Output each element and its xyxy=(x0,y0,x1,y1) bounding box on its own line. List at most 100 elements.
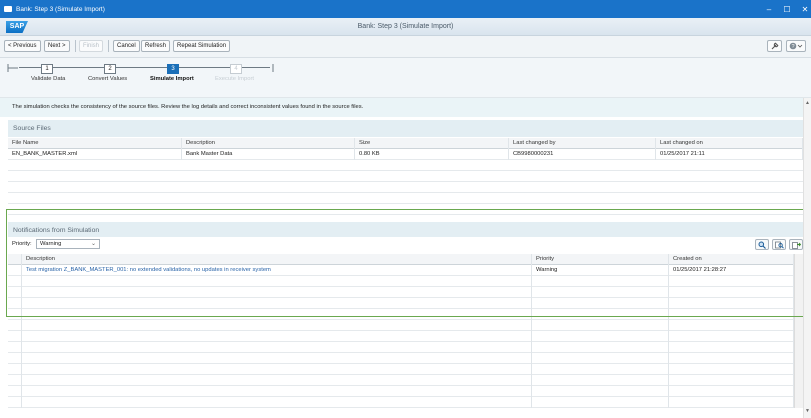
table-cell xyxy=(669,309,794,320)
row-selector[interactable] xyxy=(8,320,22,331)
table-header-row: Description Priority Created on xyxy=(8,254,794,265)
row-selector[interactable] xyxy=(8,276,22,287)
roadmap-connector xyxy=(179,67,230,68)
column-header[interactable]: Last changed on xyxy=(656,138,803,149)
column-header[interactable]: Size xyxy=(355,138,509,149)
roadmap-start-icon xyxy=(7,64,18,72)
roadmap-step-1[interactable]: 1 xyxy=(41,64,53,74)
roadmap-step-3[interactable]: 3 xyxy=(167,64,179,74)
column-header[interactable]: Last changed by xyxy=(509,138,656,149)
table-cell xyxy=(669,353,794,364)
sap-header: SAP Bank: Step 3 (Simulate Import) xyxy=(0,18,811,36)
table-cell xyxy=(532,375,669,386)
table-row xyxy=(8,364,794,375)
finish-button[interactable]: Finish xyxy=(79,40,104,52)
row-selector[interactable] xyxy=(8,353,22,364)
table-row[interactable]: EN_BANK_MASTER.xml Bank Master Data 0.80… xyxy=(8,149,803,160)
wrench-icon[interactable] xyxy=(767,40,782,52)
column-header[interactable]: Priority xyxy=(532,254,669,265)
table-cell xyxy=(22,276,532,287)
table-row xyxy=(8,298,794,309)
table-row xyxy=(8,375,794,386)
source-files-table: File Name Description Size Last changed … xyxy=(8,138,803,215)
table-row xyxy=(8,386,794,397)
refresh-button[interactable]: Refresh xyxy=(141,40,171,52)
cancel-button[interactable]: Cancel xyxy=(113,40,140,52)
roadmap-step-2[interactable]: 2 xyxy=(104,64,116,74)
table-cell xyxy=(532,397,669,408)
table-cell xyxy=(532,309,669,320)
row-selector[interactable] xyxy=(8,364,22,375)
column-header[interactable]: Created on xyxy=(669,254,794,265)
table-row xyxy=(8,309,794,320)
table-cell xyxy=(532,287,669,298)
table-row xyxy=(8,160,803,171)
table-cell: CB9980000231 xyxy=(509,149,656,160)
table-cell: EN_BANK_MASTER.xml xyxy=(8,149,182,160)
window-titlebar: Bank: Step 3 (Simulate Import) xyxy=(0,0,811,18)
row-selector[interactable] xyxy=(8,342,22,353)
table-row[interactable]: Test migration Z_BANK_MASTER_001: no ext… xyxy=(8,265,794,276)
table-row xyxy=(8,320,794,331)
table-cell xyxy=(22,364,532,375)
scroll-up-icon[interactable]: ▲ xyxy=(805,100,810,106)
section-title: Notifications from Simulation xyxy=(13,227,100,234)
column-header[interactable]: Description xyxy=(182,138,355,149)
next-button[interactable]: Next > xyxy=(44,40,70,52)
toolbar-separator xyxy=(108,40,109,52)
toolbar: < Previous Next > Finish Cancel Refresh … xyxy=(0,36,811,58)
table-cell xyxy=(669,276,794,287)
source-files-header: Source Files xyxy=(8,120,803,137)
info-text: The simulation checks the consistency of… xyxy=(12,104,364,110)
table-cell xyxy=(669,331,794,342)
section-title: Source Files xyxy=(13,125,51,132)
previous-button[interactable]: < Previous xyxy=(4,40,41,52)
row-selector[interactable] xyxy=(8,287,22,298)
priority-filter-row: Priority: Warning ⌄ xyxy=(8,237,803,252)
row-selector[interactable] xyxy=(8,298,22,309)
table-row xyxy=(8,204,803,215)
row-selector[interactable] xyxy=(8,331,22,342)
table-cell xyxy=(532,298,669,309)
table-cell: Bank Master Data xyxy=(182,149,355,160)
table-cell xyxy=(532,342,669,353)
table-row xyxy=(8,276,794,287)
priority-select-value: Warning xyxy=(40,241,62,247)
table-cell xyxy=(22,298,532,309)
row-selector-header[interactable] xyxy=(8,254,22,265)
scroll-down-icon[interactable]: ▼ xyxy=(805,408,810,414)
notification-description-link[interactable]: Test migration Z_BANK_MASTER_001: no ext… xyxy=(22,265,532,276)
table-header-row: File Name Description Size Last changed … xyxy=(8,138,803,149)
roadmap-end-icon xyxy=(272,64,274,72)
table-cell: 0.80 KB xyxy=(355,149,509,160)
table-cell xyxy=(532,276,669,287)
toolbar-separator xyxy=(75,40,76,52)
row-selector[interactable] xyxy=(8,397,22,408)
table-cell xyxy=(532,320,669,331)
help-icon[interactable]: ? xyxy=(786,40,806,52)
roadmap-label-execute: Execute Import xyxy=(215,76,254,82)
info-band: The simulation checks the consistency of… xyxy=(0,98,803,117)
roadmap-label-simulate: Simulate Import xyxy=(150,76,194,82)
find-icon[interactable] xyxy=(772,239,786,250)
zoom-icon[interactable] xyxy=(755,239,769,250)
page-scrollbar[interactable]: ▲ ▼ xyxy=(803,98,811,418)
roadmap-connector xyxy=(116,67,167,68)
table-cell xyxy=(669,320,794,331)
priority-select[interactable]: Warning ⌄ xyxy=(36,239,100,249)
table-cell xyxy=(22,353,532,364)
table-row xyxy=(8,287,794,298)
row-selector[interactable] xyxy=(8,386,22,397)
table-row xyxy=(8,342,794,353)
close-icon[interactable]: ✕ xyxy=(794,0,811,18)
row-selector[interactable] xyxy=(8,309,22,320)
window-title: Bank: Step 3 (Simulate Import) xyxy=(16,5,105,13)
roadmap-connector xyxy=(19,67,41,68)
row-selector[interactable] xyxy=(8,265,22,276)
repeat-simulation-button[interactable]: Repeat Simulation xyxy=(173,40,231,52)
row-selector[interactable] xyxy=(8,375,22,386)
column-header[interactable]: Description xyxy=(22,254,532,265)
column-header[interactable]: File Name xyxy=(8,138,182,149)
export-icon[interactable] xyxy=(789,239,803,250)
table-scrollbar[interactable] xyxy=(794,254,803,408)
